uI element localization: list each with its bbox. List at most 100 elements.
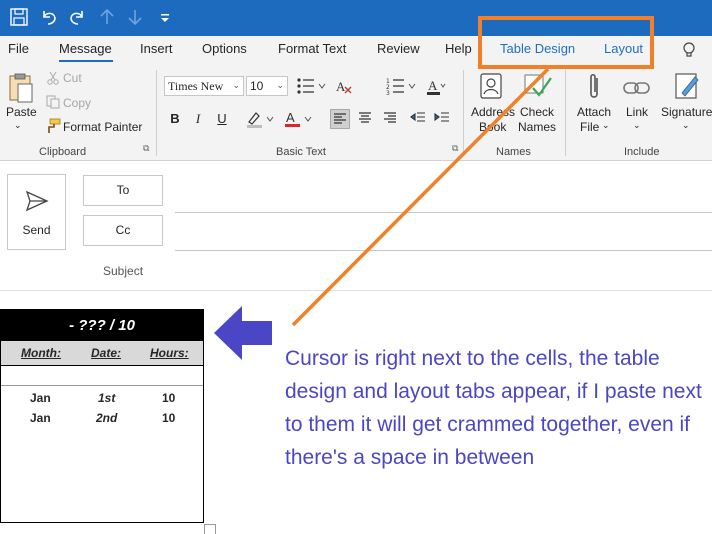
check-names-label-line1[interactable]: Check <box>520 105 554 119</box>
align-right-icon <box>384 112 396 123</box>
address-book-icon[interactable] <box>478 72 504 100</box>
cell-month[interactable]: Jan <box>30 391 51 405</box>
link-icon[interactable] <box>622 78 652 98</box>
cc-button[interactable]: Cc <box>83 215 163 246</box>
attach-file-label-line2[interactable]: File <box>580 120 599 134</box>
tab-options[interactable]: Options <box>202 40 247 58</box>
tab-message[interactable]: Message <box>59 40 112 58</box>
save-icon[interactable] <box>8 6 30 28</box>
tab-review[interactable]: Review <box>377 40 420 58</box>
align-left-icon <box>334 113 346 124</box>
cell-month[interactable]: Jan <box>30 411 51 425</box>
clipboard-group-label: Clipboard <box>39 146 87 158</box>
send-button[interactable]: Send <box>7 174 66 250</box>
group-separator <box>156 70 157 156</box>
italic-button[interactable]: I <box>188 109 208 129</box>
bold-button[interactable]: B <box>165 109 185 129</box>
group-separator <box>565 70 566 156</box>
svg-text:3: 3 <box>386 90 390 95</box>
increase-indent-icon <box>434 112 449 122</box>
font-name-select[interactable]: Times New ⌄ <box>164 76 244 96</box>
link-label[interactable]: Link <box>626 105 648 119</box>
up-arrow-icon[interactable] <box>96 6 118 28</box>
decrease-indent-button[interactable] <box>408 109 428 129</box>
header-date: Date: <box>91 346 122 360</box>
table-resize-handle[interactable] <box>204 524 216 534</box>
tab-format-text[interactable]: Format Text <box>278 40 346 58</box>
include-group-label: Include <box>624 146 660 158</box>
down-arrow-icon[interactable] <box>124 6 146 28</box>
header-month: Month: <box>21 346 61 360</box>
signature-label[interactable]: Signature <box>661 105 712 119</box>
address-book-label-line2[interactable]: Book <box>479 120 506 134</box>
table-header-row: Month: Date: Hours: <box>1 341 203 366</box>
customize-icon[interactable] <box>154 6 176 28</box>
cc-field[interactable] <box>175 250 712 251</box>
cut-icon[interactable] <box>46 71 60 85</box>
cell-hours[interactable]: 10 <box>162 411 175 425</box>
tab-insert[interactable]: Insert <box>140 40 173 58</box>
align-left-button[interactable] <box>330 109 350 129</box>
send-label: Send <box>22 223 51 237</box>
chevron-down-icon: ⌄ <box>276 81 284 91</box>
send-icon <box>25 190 49 212</box>
chevron-down-icon[interactable]: ⌄ <box>682 120 690 131</box>
cell-hours[interactable]: 10 <box>162 391 175 405</box>
font-size-value: 10 <box>250 79 264 93</box>
clipboard-launcher-icon[interactable]: ⧉ <box>143 143 149 154</box>
font-color-icon[interactable]: A <box>426 77 446 95</box>
header-hours: Hours: <box>150 346 189 360</box>
group-separator <box>463 70 464 156</box>
cut-label[interactable]: Cut <box>63 71 82 85</box>
undo-icon[interactable] <box>38 6 60 28</box>
check-names-label-line2[interactable]: Names <box>518 120 556 134</box>
annotation-left-arrow-icon <box>214 306 272 360</box>
underline-button[interactable]: U <box>212 109 232 129</box>
align-right-button[interactable] <box>380 109 400 129</box>
signature-icon[interactable] <box>673 71 701 101</box>
copy-label[interactable]: Copy <box>63 96 91 110</box>
format-painter-icon[interactable] <box>45 118 61 134</box>
font-size-select[interactable]: 10 ⌄ <box>246 76 288 96</box>
chevron-down-icon[interactable]: ⌄ <box>602 120 610 131</box>
basic-text-group-label: Basic Text <box>276 146 326 158</box>
copy-icon[interactable] <box>46 95 60 109</box>
table-row[interactable] <box>1 366 203 386</box>
names-group-label: Names <box>496 146 531 158</box>
annotation-highlight-box <box>478 16 654 69</box>
svg-text:A: A <box>428 78 438 93</box>
align-center-button[interactable] <box>355 109 375 129</box>
check-names-icon[interactable] <box>523 72 553 100</box>
tab-help[interactable]: Help <box>445 40 472 58</box>
annotation-text: Cursor is right next to the cells, the t… <box>285 347 702 469</box>
svg-text:A: A <box>286 110 295 125</box>
subject-field[interactable] <box>0 290 712 291</box>
paperclip-icon[interactable] <box>584 72 604 102</box>
basic-text-launcher-icon[interactable]: ⧉ <box>452 143 458 154</box>
attach-file-label-line1[interactable]: Attach <box>577 105 611 119</box>
svg-text:A: A <box>336 79 346 94</box>
paste-label[interactable]: Paste <box>6 105 37 119</box>
text-color-icon[interactable]: A <box>283 109 315 129</box>
numbering-icon[interactable]: 123 <box>386 77 418 95</box>
tab-file[interactable]: File <box>8 40 29 58</box>
body-table[interactable]: - ??? / 10 Month: Date: Hours: Jan 1st 1… <box>0 309 204 523</box>
increase-indent-button[interactable] <box>432 109 452 129</box>
bullets-icon[interactable] <box>296 77 328 95</box>
lightbulb-icon[interactable] <box>680 41 698 59</box>
to-field[interactable] <box>175 212 712 213</box>
chevron-down-icon[interactable]: ⌄ <box>633 120 641 131</box>
to-button[interactable]: To <box>83 175 163 206</box>
cell-date[interactable]: 1st <box>98 391 115 405</box>
decrease-indent-icon <box>410 112 425 122</box>
redo-icon[interactable] <box>66 6 88 28</box>
address-book-label-line1[interactable]: Address <box>471 105 515 119</box>
paste-dropdown-icon[interactable]: ⌄ <box>14 120 22 131</box>
paste-icon[interactable] <box>6 72 36 104</box>
font-name-value: Times New <box>168 79 224 93</box>
cell-date[interactable]: 2nd <box>96 411 117 425</box>
clear-formatting-icon[interactable]: A <box>335 77 353 95</box>
format-painter-label[interactable]: Format Painter <box>63 120 142 134</box>
table-title: - ??? / 10 <box>1 310 203 341</box>
highlight-icon[interactable] <box>245 109 277 129</box>
